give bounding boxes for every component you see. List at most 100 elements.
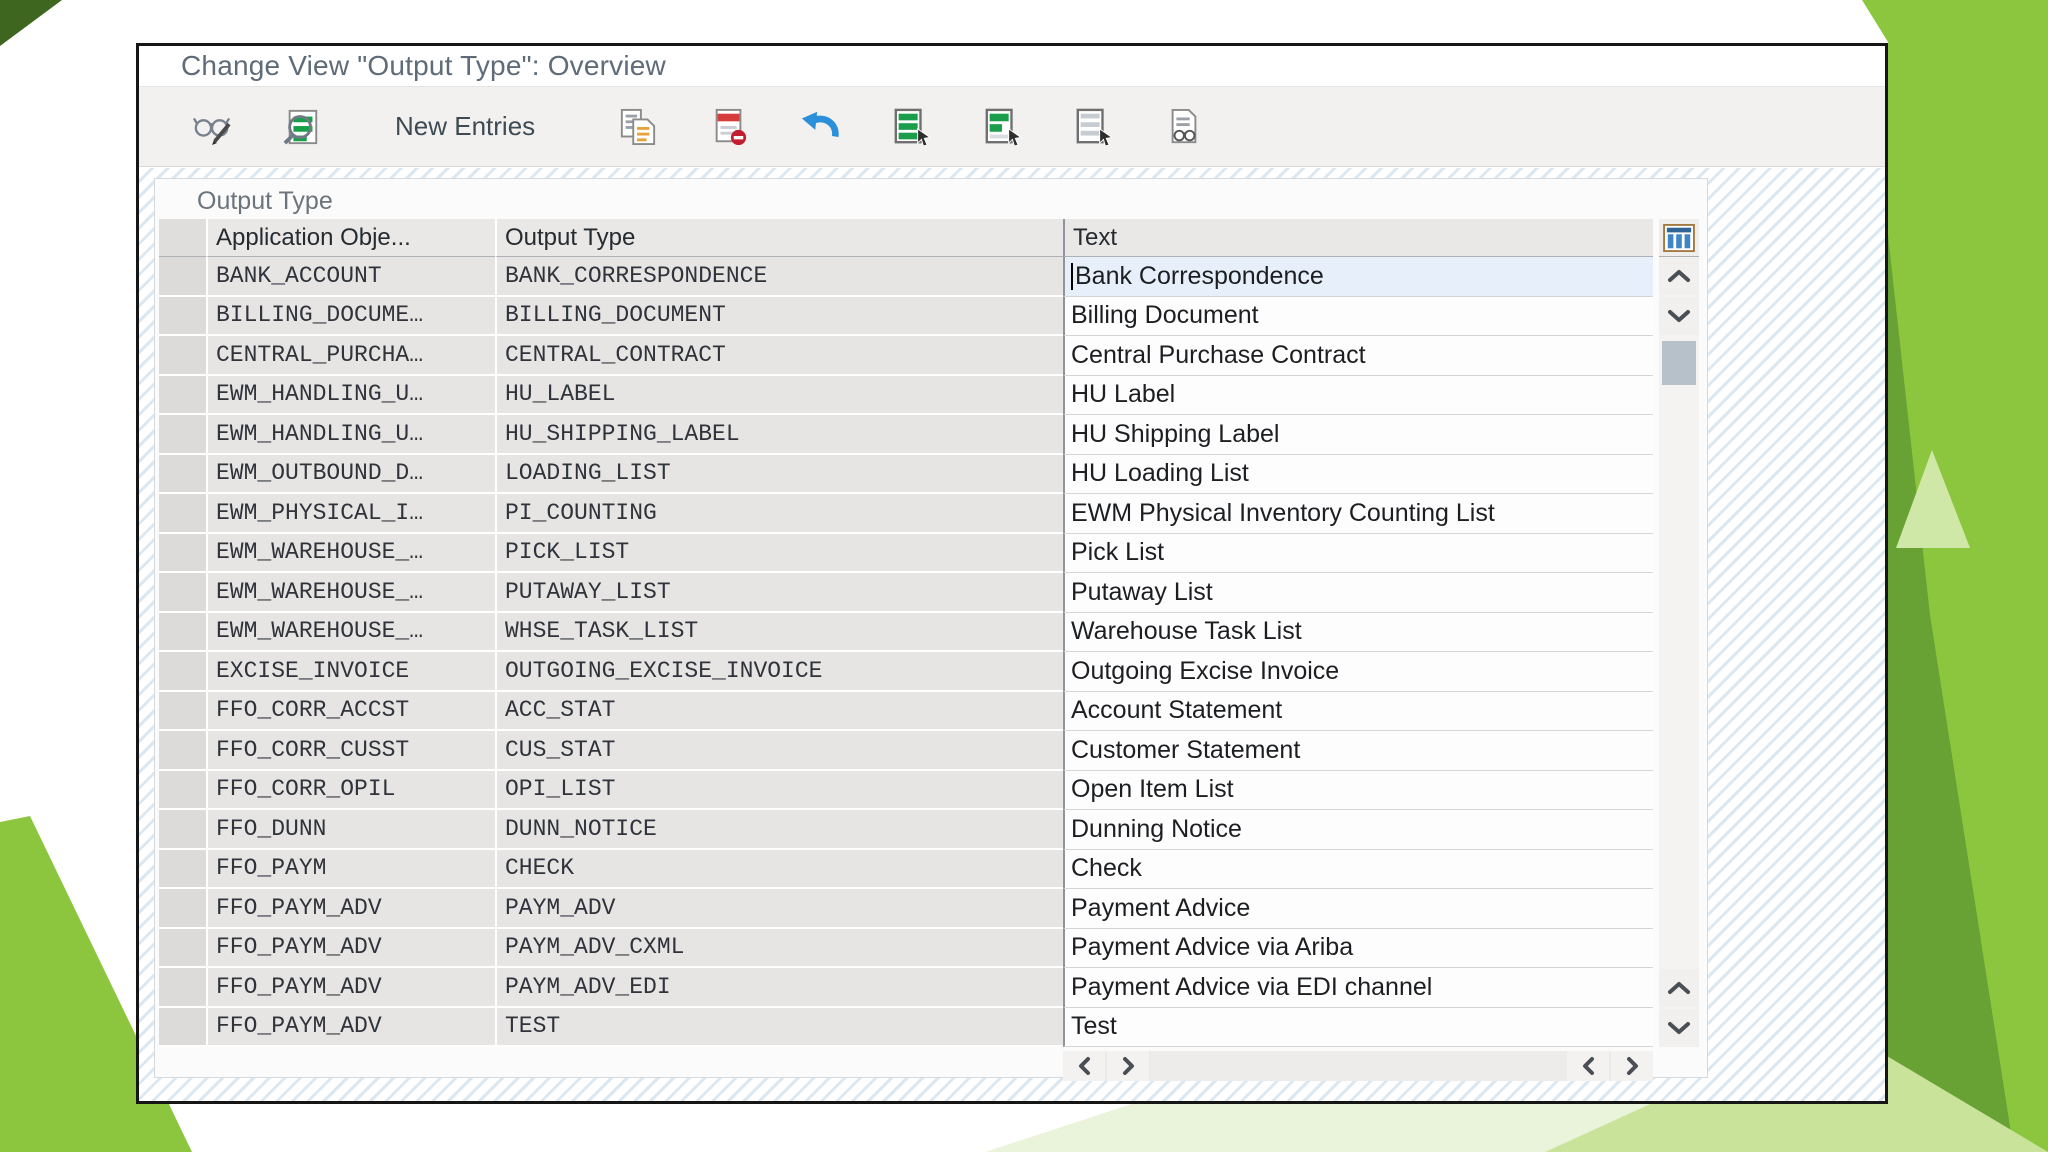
row-selector[interactable] bbox=[159, 573, 206, 613]
undo-button[interactable] bbox=[797, 106, 843, 148]
row-selector[interactable] bbox=[159, 494, 206, 534]
bc-set-display-button[interactable] bbox=[1161, 106, 1207, 148]
row-selector[interactable] bbox=[159, 968, 206, 1008]
row-selector[interactable] bbox=[159, 257, 206, 297]
select-all-button[interactable] bbox=[888, 106, 934, 148]
scroll-up-button[interactable] bbox=[1659, 257, 1699, 295]
scroll-left-button[interactable] bbox=[1063, 1051, 1105, 1081]
cell-text[interactable]: HU Loading List bbox=[1063, 454, 1653, 494]
select-block-button[interactable] bbox=[979, 106, 1025, 148]
scroll-right-button-2[interactable] bbox=[1611, 1051, 1653, 1081]
cell-output-type[interactable]: PICK_LIST bbox=[495, 533, 1063, 573]
cell-application-object[interactable]: EWM_HANDLING_U… bbox=[206, 375, 495, 415]
cell-output-type[interactable]: TEST bbox=[495, 1007, 1063, 1047]
delete-button[interactable] bbox=[706, 106, 752, 148]
cell-output-type[interactable]: PAYM_ADV_CXML bbox=[495, 928, 1063, 968]
row-selector[interactable] bbox=[159, 691, 206, 731]
scroll-page-up-button[interactable] bbox=[1659, 969, 1699, 1007]
row-selector[interactable] bbox=[159, 415, 206, 455]
vertical-scrollbar[interactable] bbox=[1659, 257, 1699, 1047]
cell-text[interactable]: Open Item List bbox=[1063, 770, 1653, 810]
header-application-object[interactable]: Application Obje... bbox=[206, 219, 495, 257]
cell-output-type[interactable]: HU_SHIPPING_LABEL bbox=[495, 415, 1063, 455]
cell-text[interactable]: HU Shipping Label bbox=[1063, 415, 1653, 455]
cell-output-type[interactable]: PI_COUNTING bbox=[495, 494, 1063, 534]
cell-application-object[interactable]: FFO_CORR_OPIL bbox=[206, 770, 495, 810]
scroll-down-button[interactable] bbox=[1659, 297, 1699, 335]
cell-text[interactable]: Bank Correspondence bbox=[1063, 257, 1653, 297]
cell-output-type[interactable]: OPI_LIST bbox=[495, 770, 1063, 810]
cell-application-object[interactable]: EWM_WAREHOUSE_… bbox=[206, 573, 495, 613]
copy-as-button[interactable] bbox=[615, 106, 661, 148]
cell-text[interactable]: Payment Advice via Ariba bbox=[1063, 928, 1653, 968]
cell-text[interactable]: Dunning Notice bbox=[1063, 810, 1653, 850]
cell-text[interactable]: Pick List bbox=[1063, 533, 1653, 573]
cell-output-type[interactable]: LOADING_LIST bbox=[495, 454, 1063, 494]
cell-text[interactable]: Warehouse Task List bbox=[1063, 612, 1653, 652]
row-selector[interactable] bbox=[159, 652, 206, 692]
cell-application-object[interactable]: FFO_PAYM_ADV bbox=[206, 928, 495, 968]
cell-text[interactable]: Outgoing Excise Invoice bbox=[1063, 652, 1653, 692]
cell-text[interactable]: Payment Advice via EDI channel bbox=[1063, 968, 1653, 1008]
vertical-scroll-thumb[interactable] bbox=[1662, 341, 1696, 385]
cell-output-type[interactable]: CUS_STAT bbox=[495, 731, 1063, 771]
row-selector[interactable] bbox=[159, 810, 206, 850]
cell-application-object[interactable]: EWM_OUTBOUND_D… bbox=[206, 454, 495, 494]
cell-application-object[interactable]: FFO_CORR_CUSST bbox=[206, 731, 495, 771]
cell-application-object[interactable]: FFO_CORR_ACCST bbox=[206, 691, 495, 731]
row-selector[interactable] bbox=[159, 533, 206, 573]
cell-application-object[interactable]: BILLING_DOCUME… bbox=[206, 296, 495, 336]
cell-text[interactable]: EWM Physical Inventory Counting List bbox=[1063, 494, 1653, 534]
row-selector[interactable] bbox=[159, 454, 206, 494]
row-selector[interactable] bbox=[159, 770, 206, 810]
new-entries-button[interactable]: New Entries bbox=[385, 105, 545, 148]
cell-text[interactable]: Test bbox=[1063, 1007, 1653, 1047]
cell-output-type[interactable]: PAYM_ADV_EDI bbox=[495, 968, 1063, 1008]
cell-text[interactable]: Billing Document bbox=[1063, 296, 1653, 336]
cell-application-object[interactable]: EWM_WAREHOUSE_… bbox=[206, 612, 495, 652]
row-selector[interactable] bbox=[159, 889, 206, 929]
cell-text[interactable]: Putaway List bbox=[1063, 573, 1653, 613]
cell-output-type[interactable]: ACC_STAT bbox=[495, 691, 1063, 731]
cell-output-type[interactable]: BILLING_DOCUMENT bbox=[495, 296, 1063, 336]
cell-application-object[interactable]: EXCISE_INVOICE bbox=[206, 652, 495, 692]
cell-output-type[interactable]: WHSE_TASK_LIST bbox=[495, 612, 1063, 652]
deselect-all-button[interactable] bbox=[1070, 106, 1116, 148]
horizontal-scrollbar[interactable] bbox=[1063, 1051, 1653, 1081]
scroll-left-button-2[interactable] bbox=[1567, 1051, 1609, 1081]
cell-application-object[interactable]: EWM_WAREHOUSE_… bbox=[206, 533, 495, 573]
cell-text[interactable]: Central Purchase Contract bbox=[1063, 336, 1653, 376]
table-configuration-button[interactable] bbox=[1659, 219, 1699, 257]
find-entries-button[interactable] bbox=[279, 106, 325, 148]
cell-application-object[interactable]: BANK_ACCOUNT bbox=[206, 257, 495, 297]
cell-text[interactable]: Account Statement bbox=[1063, 691, 1653, 731]
row-selector[interactable] bbox=[159, 612, 206, 652]
row-selector[interactable] bbox=[159, 1007, 206, 1047]
row-selector[interactable] bbox=[159, 849, 206, 889]
cell-output-type[interactable]: CENTRAL_CONTRACT bbox=[495, 336, 1063, 376]
row-selector[interactable] bbox=[159, 731, 206, 771]
cell-application-object[interactable]: CENTRAL_PURCHA… bbox=[206, 336, 495, 376]
cell-application-object[interactable]: EWM_PHYSICAL_I… bbox=[206, 494, 495, 534]
cell-output-type[interactable]: CHECK bbox=[495, 849, 1063, 889]
cell-text[interactable]: Check bbox=[1063, 849, 1653, 889]
cell-text[interactable]: Customer Statement bbox=[1063, 731, 1653, 771]
cell-application-object[interactable]: FFO_PAYM bbox=[206, 849, 495, 889]
header-text[interactable]: Text bbox=[1063, 219, 1653, 257]
cell-output-type[interactable]: OUTGOING_EXCISE_INVOICE bbox=[495, 652, 1063, 692]
header-row-selector[interactable] bbox=[159, 219, 206, 257]
cell-application-object[interactable]: FFO_DUNN bbox=[206, 810, 495, 850]
cell-text[interactable]: HU Label bbox=[1063, 375, 1653, 415]
cell-application-object[interactable]: FFO_PAYM_ADV bbox=[206, 889, 495, 929]
row-selector[interactable] bbox=[159, 336, 206, 376]
scroll-right-button[interactable] bbox=[1107, 1051, 1149, 1081]
cell-output-type[interactable]: PUTAWAY_LIST bbox=[495, 573, 1063, 613]
cell-application-object[interactable]: FFO_PAYM_ADV bbox=[206, 968, 495, 1008]
header-output-type[interactable]: Output Type bbox=[495, 219, 1063, 257]
cell-application-object[interactable]: FFO_PAYM_ADV bbox=[206, 1007, 495, 1047]
row-selector[interactable] bbox=[159, 928, 206, 968]
scroll-page-down-button[interactable] bbox=[1659, 1009, 1699, 1047]
row-selector[interactable] bbox=[159, 296, 206, 336]
cell-output-type[interactable]: DUNN_NOTICE bbox=[495, 810, 1063, 850]
display-change-button[interactable] bbox=[189, 106, 235, 148]
